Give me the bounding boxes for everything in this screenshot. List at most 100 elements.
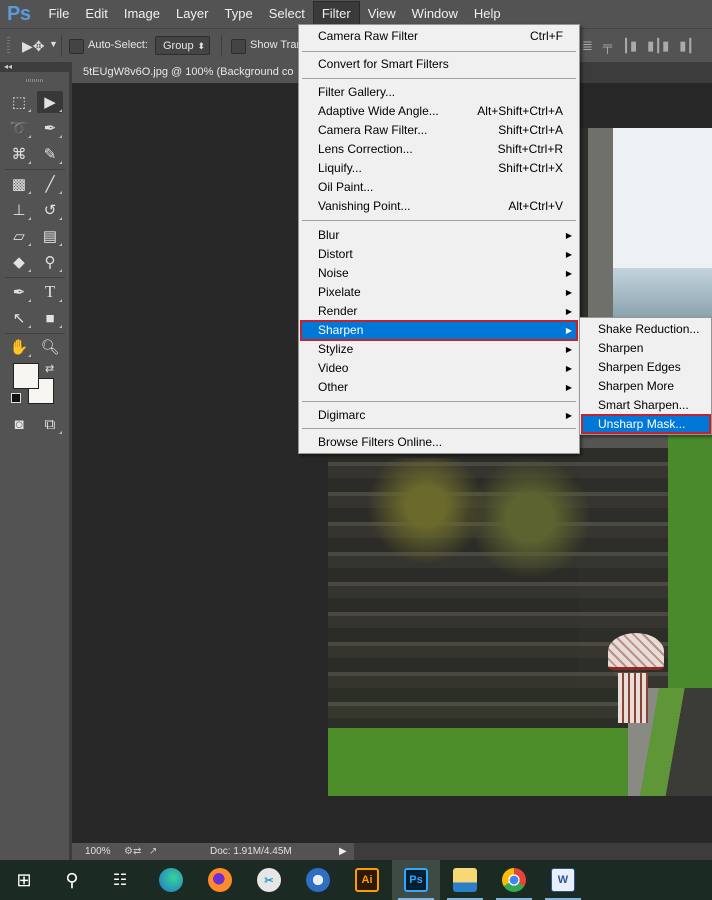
quick-selection-tool-icon[interactable]: ✒ xyxy=(37,117,63,139)
show-transform-label: Show Tran xyxy=(250,39,303,51)
menu-item-distort[interactable]: Distort ▶ xyxy=(300,245,578,264)
rectangle-tool-icon[interactable]: ■ xyxy=(37,307,63,329)
gradient-tool-icon[interactable]: ▤ xyxy=(37,225,63,247)
submenu-item-shake-reduction[interactable]: Shake Reduction... xyxy=(581,320,711,339)
quick-mask-icon[interactable]: ◙ xyxy=(6,413,32,435)
hand-tool-icon[interactable]: ✋ xyxy=(6,336,32,358)
tools-panel-grip[interactable] xyxy=(26,79,43,82)
submenu-item-unsharp-mask[interactable]: Unsharp Mask... xyxy=(581,414,711,434)
lasso-tool-icon[interactable]: ➰ xyxy=(6,117,32,139)
search-button[interactable]: ⚲ xyxy=(48,860,96,900)
menu-item-lens-correction[interactable]: Lens Correction... Shift+Ctrl+R xyxy=(300,140,578,159)
align-bottom-edges-icon[interactable]: ╤ xyxy=(603,38,612,54)
taskbar-snipping-tool[interactable]: ✂ xyxy=(245,860,293,900)
history-brush-tool-icon[interactable]: ↺ xyxy=(37,199,63,221)
taskbar-edge[interactable] xyxy=(147,860,195,900)
menu-window[interactable]: Window xyxy=(404,2,466,26)
align-left-edges-icon[interactable]: ┃▮ xyxy=(622,38,637,54)
submenu-item-smart-sharpen[interactable]: Smart Sharpen... xyxy=(581,396,711,415)
path-selection-tool-icon[interactable]: ↖ xyxy=(6,307,32,329)
crop-tool-icon[interactable]: ⌘ xyxy=(6,143,32,165)
pen-tool-icon[interactable]: ✒ xyxy=(6,281,32,303)
menu-item-camera-raw-filter[interactable]: Camera Raw Filter... Shift+Ctrl+A xyxy=(300,121,578,140)
menu-select[interactable]: Select xyxy=(261,2,313,26)
menu-file[interactable]: File xyxy=(40,2,77,26)
menu-item-vanishing-point[interactable]: Vanishing Point... Alt+Ctrl+V xyxy=(300,197,578,216)
image-figure xyxy=(618,673,648,723)
document-tab[interactable]: 5tEUgW8v6O.jpg @ 100% (Background co xyxy=(72,62,312,83)
windows-taskbar: ⊞ ⚲ ☷ ✂ Ai Ps W xyxy=(0,860,712,900)
menu-edit[interactable]: Edit xyxy=(77,2,115,26)
menu-item-liquify[interactable]: Liquify... Shift+Ctrl+X xyxy=(300,159,578,178)
zoom-level[interactable]: 100% xyxy=(85,843,111,860)
zoom-tool-icon[interactable]: 🔍︎ xyxy=(37,336,63,358)
task-view-button[interactable]: ☷ xyxy=(96,860,144,900)
foreground-color-swatch[interactable] xyxy=(13,363,39,389)
spot-healing-brush-tool-icon[interactable]: ▩ xyxy=(6,173,32,195)
rendering-icon: ⚙⇄ xyxy=(124,846,142,857)
menu-view[interactable]: View xyxy=(360,2,404,26)
clone-stamp-tool-icon[interactable]: ⊥ xyxy=(6,199,32,221)
align-horizontal-centers-icon[interactable]: ▮┃▮ xyxy=(647,38,669,54)
move-tool-icon[interactable]: ▶✥ xyxy=(22,38,45,55)
menu-image[interactable]: Image xyxy=(116,2,168,26)
document-size: Doc: 1.91M/4.45M xyxy=(210,846,292,857)
menu-item-blur[interactable]: Blur ▶ xyxy=(300,226,578,245)
menu-item-video[interactable]: Video ▶ xyxy=(300,359,578,378)
taskbar-firefox[interactable] xyxy=(196,860,244,900)
screen-mode-icon[interactable]: ⧉ xyxy=(37,413,63,435)
share-icon[interactable]: ↗ xyxy=(149,846,157,857)
auto-select-target-dropdown[interactable]: Group ⬍ xyxy=(155,36,210,55)
show-transform-checkbox[interactable] xyxy=(231,39,246,54)
auto-select-checkbox[interactable] xyxy=(69,39,84,54)
rectangular-marquee-tool-icon[interactable]: ⬚ xyxy=(6,91,32,113)
collapse-panels-button[interactable]: ◂◂ xyxy=(0,62,72,72)
submenu-item-sharpen-more[interactable]: Sharpen More xyxy=(581,377,711,396)
menu-layer[interactable]: Layer xyxy=(168,2,217,26)
taskbar-word[interactable]: W xyxy=(539,860,587,900)
tool-preset-dropdown-icon[interactable]: ▼ xyxy=(49,39,58,49)
swap-colors-icon[interactable]: ⇄ xyxy=(45,362,54,375)
menu-item-convert-for-smart-filters[interactable]: Convert for Smart Filters xyxy=(300,55,578,74)
menu-item-browse-filters-online[interactable]: Browse Filters Online... xyxy=(300,433,578,452)
eyedropper-tool-icon[interactable]: ✎ xyxy=(37,143,63,165)
align-right-edges-icon[interactable]: ▮┃ xyxy=(679,38,694,54)
taskbar-chrome[interactable] xyxy=(490,860,538,900)
menu-item-oil-paint[interactable]: Oil Paint... xyxy=(300,178,578,197)
move-tool-icon[interactable]: ▶ xyxy=(37,91,63,113)
menu-item-adaptive-wide-angle[interactable]: Adaptive Wide Angle... Alt+Shift+Ctrl+A xyxy=(300,102,578,121)
menu-separator xyxy=(302,428,576,429)
eraser-tool-icon[interactable]: ▱ xyxy=(6,225,32,247)
default-colors-icon[interactable] xyxy=(11,393,21,403)
menu-item-noise[interactable]: Noise ▶ xyxy=(300,264,578,283)
menu-item-pixelate[interactable]: Pixelate ▶ xyxy=(300,283,578,302)
options-bar-grip[interactable] xyxy=(7,37,10,55)
menu-item-render[interactable]: Render ▶ xyxy=(300,302,578,321)
menu-item-sharpen[interactable]: Sharpen ▶ xyxy=(300,320,578,341)
dodge-tool-icon[interactable]: ⚲ xyxy=(37,251,63,273)
submenu-arrow-icon: ▶ xyxy=(565,364,572,373)
divider xyxy=(5,333,65,334)
blur-tool-icon[interactable]: ◆ xyxy=(6,251,32,273)
menu-type[interactable]: Type xyxy=(217,2,261,26)
align-vertical-centers-icon[interactable]: ≣ xyxy=(582,38,593,54)
menu-item-other[interactable]: Other ▶ xyxy=(300,378,578,397)
status-menu-arrow-icon[interactable]: ▶ xyxy=(339,843,347,860)
search-icon: ⚲ xyxy=(65,869,79,890)
taskbar-file-explorer[interactable] xyxy=(441,860,489,900)
menu-item-stylize[interactable]: Stylize ▶ xyxy=(300,340,578,359)
menu-item-filter-gallery[interactable]: Filter Gallery... xyxy=(300,83,578,102)
submenu-item-sharpen[interactable]: Sharpen xyxy=(581,339,711,358)
menu-item-digimarc[interactable]: Digimarc ▶ xyxy=(300,406,578,425)
menu-help[interactable]: Help xyxy=(466,2,509,26)
taskbar-thunderbird[interactable] xyxy=(294,860,342,900)
image-lawn xyxy=(328,728,628,796)
start-button[interactable]: ⊞ xyxy=(0,860,48,900)
taskbar-photoshop[interactable]: Ps xyxy=(392,860,440,900)
brush-tool-icon[interactable]: ╱ xyxy=(37,173,63,195)
menu-item-camera-raw-filter-last[interactable]: Camera Raw Filter Ctrl+F xyxy=(300,27,578,46)
taskbar-illustrator[interactable]: Ai xyxy=(343,860,391,900)
submenu-item-sharpen-edges[interactable]: Sharpen Edges xyxy=(581,358,711,377)
tools-panel: ⬚ ▶ ➰ ✒ ⌘ ✎ ▩ ╱ ⊥ ↺ ▱ ▤ ◆ ⚲ ✒ T ↖ ■ ✋ 🔍︎… xyxy=(0,72,72,860)
type-tool-icon[interactable]: T xyxy=(37,281,63,303)
